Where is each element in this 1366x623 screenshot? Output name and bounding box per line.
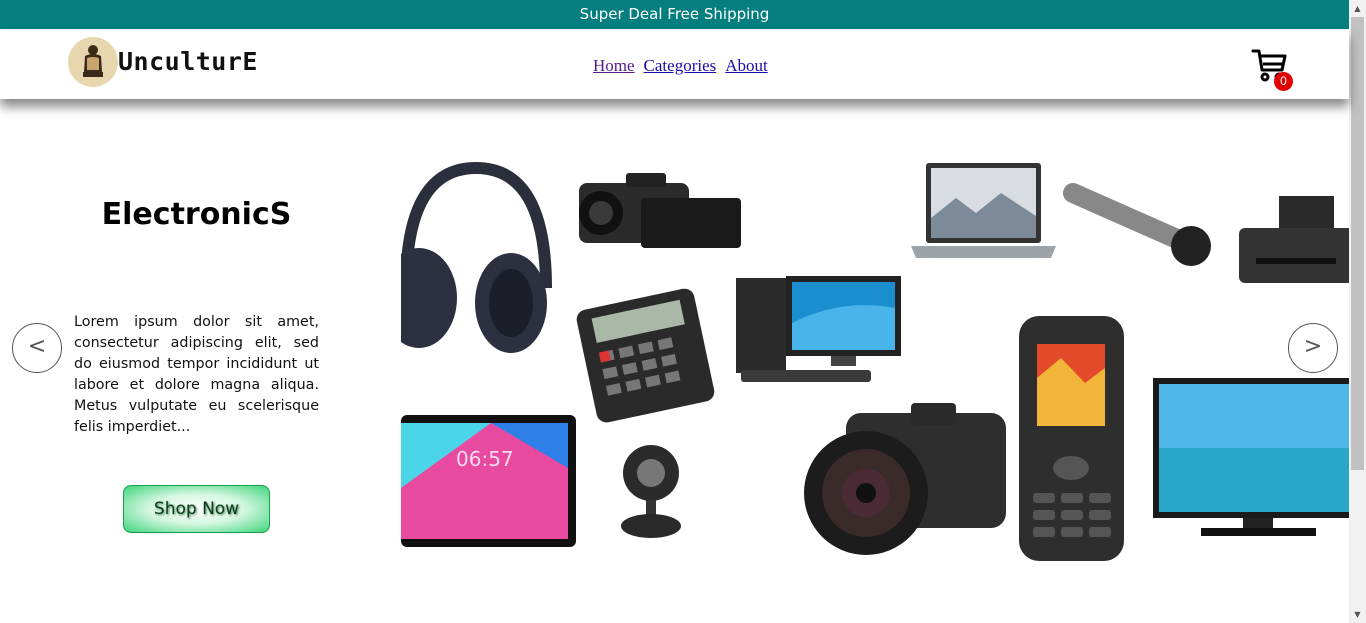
promo-banner: Super Deal Free Shipping [0,0,1349,29]
laptop-icon [911,163,1056,258]
microphone-icon [1063,183,1211,266]
prev-slide-button[interactable]: < [12,323,62,373]
scroll-up-icon[interactable]: ▲ [1349,0,1366,17]
logo-figure-icon [83,45,103,77]
cart-count-badge: 0 [1274,72,1293,91]
scroll-down-icon[interactable]: ▼ [1349,606,1366,623]
camcorder-icon [579,173,741,248]
nav-home[interactable]: Home [593,56,635,75]
promo-text: Super Deal Free Shipping [579,5,770,23]
nav-categories[interactable]: Categories [644,56,717,75]
shop-now-button[interactable]: Shop Now [123,485,270,533]
webcam-icon [621,445,681,538]
logo[interactable] [68,37,118,87]
brand-name[interactable]: UnculturE [118,47,258,76]
site-header: UnculturE Home Categories About [0,29,1349,99]
prev-arrow-icon: < [27,334,47,359]
dslr-camera-icon [804,403,1006,555]
tablet-icon: 06:57 [401,415,576,547]
printer-icon [1239,196,1349,283]
next-arrow-icon: > [1303,334,1323,359]
next-slide-button[interactable]: > [1288,323,1338,373]
vertical-scrollbar[interactable]: ▲ ▼ [1349,0,1366,623]
headphones-icon [401,161,552,353]
svg-text:06:57: 06:57 [456,447,514,471]
scrollbar-thumb[interactable] [1351,17,1364,470]
page: Super Deal Free Shipping UnculturE Home C… [0,0,1366,623]
desktop-computer-icon [736,276,901,382]
slide-description: Lorem ipsum dolor sit amet, consectetur … [74,314,319,435]
tv-icon [1153,378,1349,536]
nav-about[interactable]: About [725,56,768,75]
calculator-icon [576,288,715,423]
slide-title: ElectronicS [101,197,292,232]
main-nav: Home Categories About [593,56,777,76]
electronics-collage-image: 06:57 [401,148,1349,578]
feature-phone-icon [1019,316,1124,561]
